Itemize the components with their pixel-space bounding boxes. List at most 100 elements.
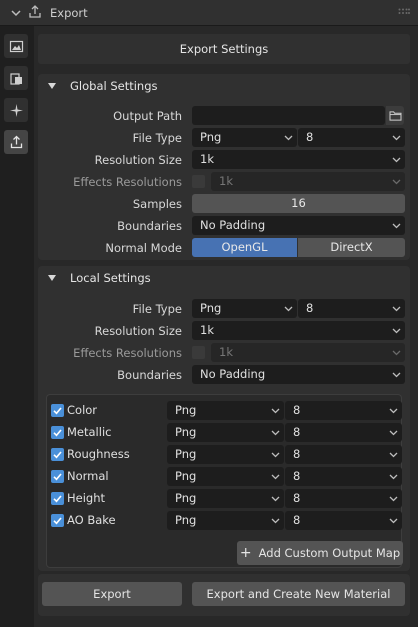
folder-browse-button[interactable] <box>386 106 404 125</box>
output-map-format-dropdown[interactable]: Png <box>167 401 284 420</box>
image-icon <box>9 40 23 52</box>
output-map-row: Normal Png 8 <box>47 467 402 486</box>
export-icon <box>29 5 41 18</box>
resolution-dropdown[interactable]: 1k <box>192 150 405 169</box>
local-file-type-label: File Type <box>132 302 182 316</box>
output-map-checkbox[interactable] <box>51 514 64 527</box>
local-settings-panel: Local Settings File Type Png 8 Resolutio… <box>38 266 410 571</box>
local-resolution-value: 1k <box>200 323 214 337</box>
checkmark-icon <box>53 429 62 437</box>
samples-slider[interactable]: 16 <box>192 194 405 213</box>
effects-resolution-checkbox[interactable] <box>192 175 205 188</box>
chevron-down-icon <box>389 474 398 480</box>
local-file-type-dropdown[interactable]: Png <box>192 299 297 318</box>
file-type-dropdown[interactable]: Png <box>192 128 297 147</box>
chevron-down-icon <box>392 372 401 378</box>
output-map-format-dropdown[interactable]: Png <box>167 467 284 486</box>
local-boundaries-label: Boundaries <box>117 368 182 382</box>
global-settings-title: Global Settings <box>70 79 158 93</box>
export-panel-content: Export Settings Global Settings Output P… <box>34 26 418 627</box>
checkmark-icon <box>53 495 62 503</box>
local-boundaries-dropdown[interactable]: No Padding <box>192 365 405 384</box>
output-map-depth-dropdown[interactable]: 8 <box>285 445 402 464</box>
sidebar-item-image[interactable] <box>4 34 28 58</box>
local-resolution-dropdown[interactable]: 1k <box>192 321 405 340</box>
export-icon <box>10 135 22 148</box>
file-type-label: File Type <box>132 131 182 145</box>
sidebar-item-effects[interactable] <box>4 98 28 122</box>
output-map-format-dropdown[interactable]: Png <box>167 489 284 508</box>
folder-icon <box>388 111 402 121</box>
output-path-input[interactable] <box>192 106 385 125</box>
resolution-value: 1k <box>200 152 214 166</box>
local-settings-header[interactable]: Local Settings <box>38 266 410 290</box>
export-create-material-button[interactable]: Export and Create New Material <box>192 582 405 606</box>
output-map-depth-value: 8 <box>293 513 301 527</box>
export-button[interactable]: Export <box>42 582 182 606</box>
output-map-checkbox[interactable] <box>51 492 64 505</box>
effects-resolution-dropdown[interactable]: 1k <box>211 172 405 191</box>
output-map-row: AO Bake Png 8 <box>47 511 402 530</box>
output-map-depth-dropdown[interactable]: 8 <box>285 467 402 486</box>
output-map-depth-dropdown[interactable]: 8 <box>285 401 402 420</box>
file-type-value: Png <box>200 130 222 144</box>
output-map-format-dropdown[interactable]: Png <box>167 511 284 530</box>
bit-depth-dropdown[interactable]: 8 <box>298 128 405 147</box>
output-map-format-value: Png <box>175 469 197 483</box>
panel-header[interactable]: Export <box>0 0 418 26</box>
output-map-label: Normal <box>67 469 109 483</box>
local-effects-resolution-dropdown[interactable]: 1k <box>211 343 405 362</box>
local-boundaries-value: No Padding <box>200 367 266 381</box>
sidebar-item-texture[interactable] <box>4 66 28 90</box>
sparkle-icon <box>9 103 23 117</box>
expand-triangle-icon <box>48 83 56 89</box>
chevron-down-icon <box>271 474 280 480</box>
output-maps-list: Color Png 8 Metallic Png 8 Roughness Png 8 Normal… <box>46 394 403 568</box>
output-map-depth-dropdown[interactable]: 8 <box>285 423 402 442</box>
local-settings-title: Local Settings <box>70 271 151 285</box>
chevron-down-icon <box>392 179 401 185</box>
output-map-format-dropdown[interactable]: Png <box>167 423 284 442</box>
boundaries-dropdown[interactable]: No Padding <box>192 216 405 235</box>
boundaries-label: Boundaries <box>117 219 182 233</box>
drag-handle-icon[interactable] <box>398 8 410 17</box>
sidebar-item-export[interactable] <box>4 130 28 154</box>
output-map-checkbox[interactable] <box>51 448 64 461</box>
local-resolution-label: Resolution Size <box>94 324 182 338</box>
local-effects-resolution-label: Effects Resolutions <box>73 346 182 360</box>
output-map-checkbox[interactable] <box>51 404 64 417</box>
normal-mode-directx[interactable]: DirectX <box>298 238 405 257</box>
local-bit-depth-value: 8 <box>306 301 314 315</box>
chevron-down-icon <box>392 328 401 334</box>
export-footer: Export Export and Create New Material <box>38 574 410 616</box>
boundaries-value: No Padding <box>200 218 266 232</box>
bit-depth-value: 8 <box>306 130 314 144</box>
add-custom-output-map-label: Add Custom Output Map <box>258 546 401 560</box>
output-map-depth-dropdown[interactable]: 8 <box>285 511 402 530</box>
output-map-format-dropdown[interactable]: Png <box>167 445 284 464</box>
texture-icon <box>9 72 22 85</box>
output-map-depth-dropdown[interactable]: 8 <box>285 489 402 508</box>
local-effects-resolution-checkbox[interactable] <box>192 346 205 359</box>
add-custom-output-map-button[interactable]: + Add Custom Output Map <box>237 541 403 565</box>
chevron-down-icon[interactable] <box>10 7 22 19</box>
chevron-down-icon <box>284 306 293 312</box>
resolution-label: Resolution Size <box>94 153 182 167</box>
chevron-down-icon <box>271 408 280 414</box>
chevron-down-icon <box>392 135 401 141</box>
effects-resolution-value: 1k <box>219 174 233 188</box>
global-settings-panel: Global Settings Output Path File Type Pn… <box>38 74 410 260</box>
plus-icon: + <box>239 545 252 561</box>
export-settings-button[interactable]: Export Settings <box>38 34 410 64</box>
chevron-down-icon <box>284 135 293 141</box>
output-map-checkbox[interactable] <box>51 470 64 483</box>
local-bit-depth-dropdown[interactable]: 8 <box>298 299 405 318</box>
chevron-down-icon <box>389 518 398 524</box>
normal-mode-opengl[interactable]: OpenGL <box>192 238 297 257</box>
global-settings-header[interactable]: Global Settings <box>38 74 410 98</box>
checkmark-icon <box>53 473 62 481</box>
chevron-down-icon <box>392 223 401 229</box>
output-map-checkbox[interactable] <box>51 426 64 439</box>
local-effects-resolution-value: 1k <box>219 345 233 359</box>
effects-resolution-label: Effects Resolutions <box>73 175 182 189</box>
